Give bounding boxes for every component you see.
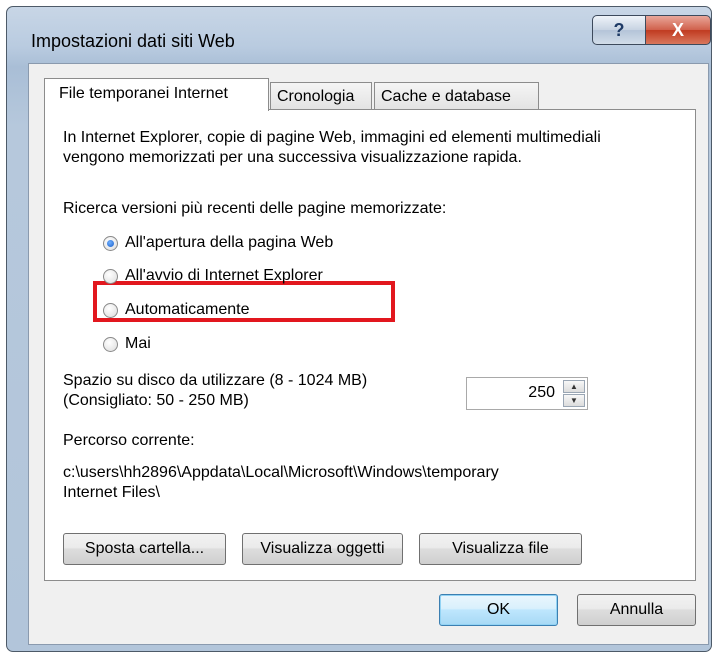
radio-on-ie-start[interactable] <box>103 269 118 284</box>
stepper-down-icon[interactable]: ▼ <box>563 394 585 407</box>
disk-space-label: Spazio su disco da utilizzare (8 - 1024 … <box>63 372 368 389</box>
description-line-2: vengono memorizzati per una successiva v… <box>63 149 522 166</box>
close-button[interactable]: X <box>645 15 711 45</box>
view-objects-button[interactable]: Visualizza oggetti <box>242 533 403 565</box>
radio-automatically[interactable] <box>103 303 118 318</box>
tab-panel: In Internet Explorer, copie di pagine We… <box>44 109 696 581</box>
disk-space-recommended: (Consigliato: 50 - 250 MB) <box>63 392 249 409</box>
disk-space-stepper[interactable]: 250 ▲ ▼ <box>466 377 588 410</box>
current-path-heading: Percorso corrente: <box>63 432 195 449</box>
stepper-up-icon[interactable]: ▲ <box>563 380 585 393</box>
current-path-line-2: Internet Files\ <box>63 484 160 501</box>
radio-label-on-ie-start[interactable]: All'avvio di Internet Explorer <box>125 266 323 286</box>
move-folder-button[interactable]: Sposta cartella... <box>63 533 226 565</box>
view-files-button[interactable]: Visualizza file <box>419 533 582 565</box>
window-title: Impostazioni dati siti Web <box>31 31 235 51</box>
radio-on-page-open[interactable] <box>103 236 118 251</box>
stepper-buttons: ▲ ▼ <box>563 380 585 407</box>
dialog-window: Impostazioni dati siti Web ? X File temp… <box>6 6 712 652</box>
tab-cache-and-databases[interactable]: Cache e database <box>374 82 539 109</box>
dialog-client-area: File temporanei Internet Cronologia Cach… <box>28 63 709 645</box>
cancel-button[interactable]: Annulla <box>577 594 696 626</box>
tab-history[interactable]: Cronologia <box>270 82 372 109</box>
help-button[interactable]: ? <box>592 15 646 45</box>
ok-button[interactable]: OK <box>439 594 558 626</box>
check-newer-versions-heading: Ricerca versioni più recenti delle pagin… <box>63 200 447 217</box>
radio-never[interactable] <box>103 337 118 352</box>
radio-label-on-page-open[interactable]: All'apertura della pagina Web <box>125 233 333 253</box>
radio-label-never[interactable]: Mai <box>125 334 151 354</box>
disk-space-value[interactable]: 250 <box>528 384 555 402</box>
description-line-1: In Internet Explorer, copie di pagine We… <box>63 129 601 146</box>
current-path-line-1: c:\users\hh2896\Appdata\Local\Microsoft\… <box>63 464 499 481</box>
radio-label-automatically[interactable]: Automaticamente <box>125 300 250 320</box>
tab-temporary-internet-files[interactable]: File temporanei Internet <box>44 78 269 111</box>
